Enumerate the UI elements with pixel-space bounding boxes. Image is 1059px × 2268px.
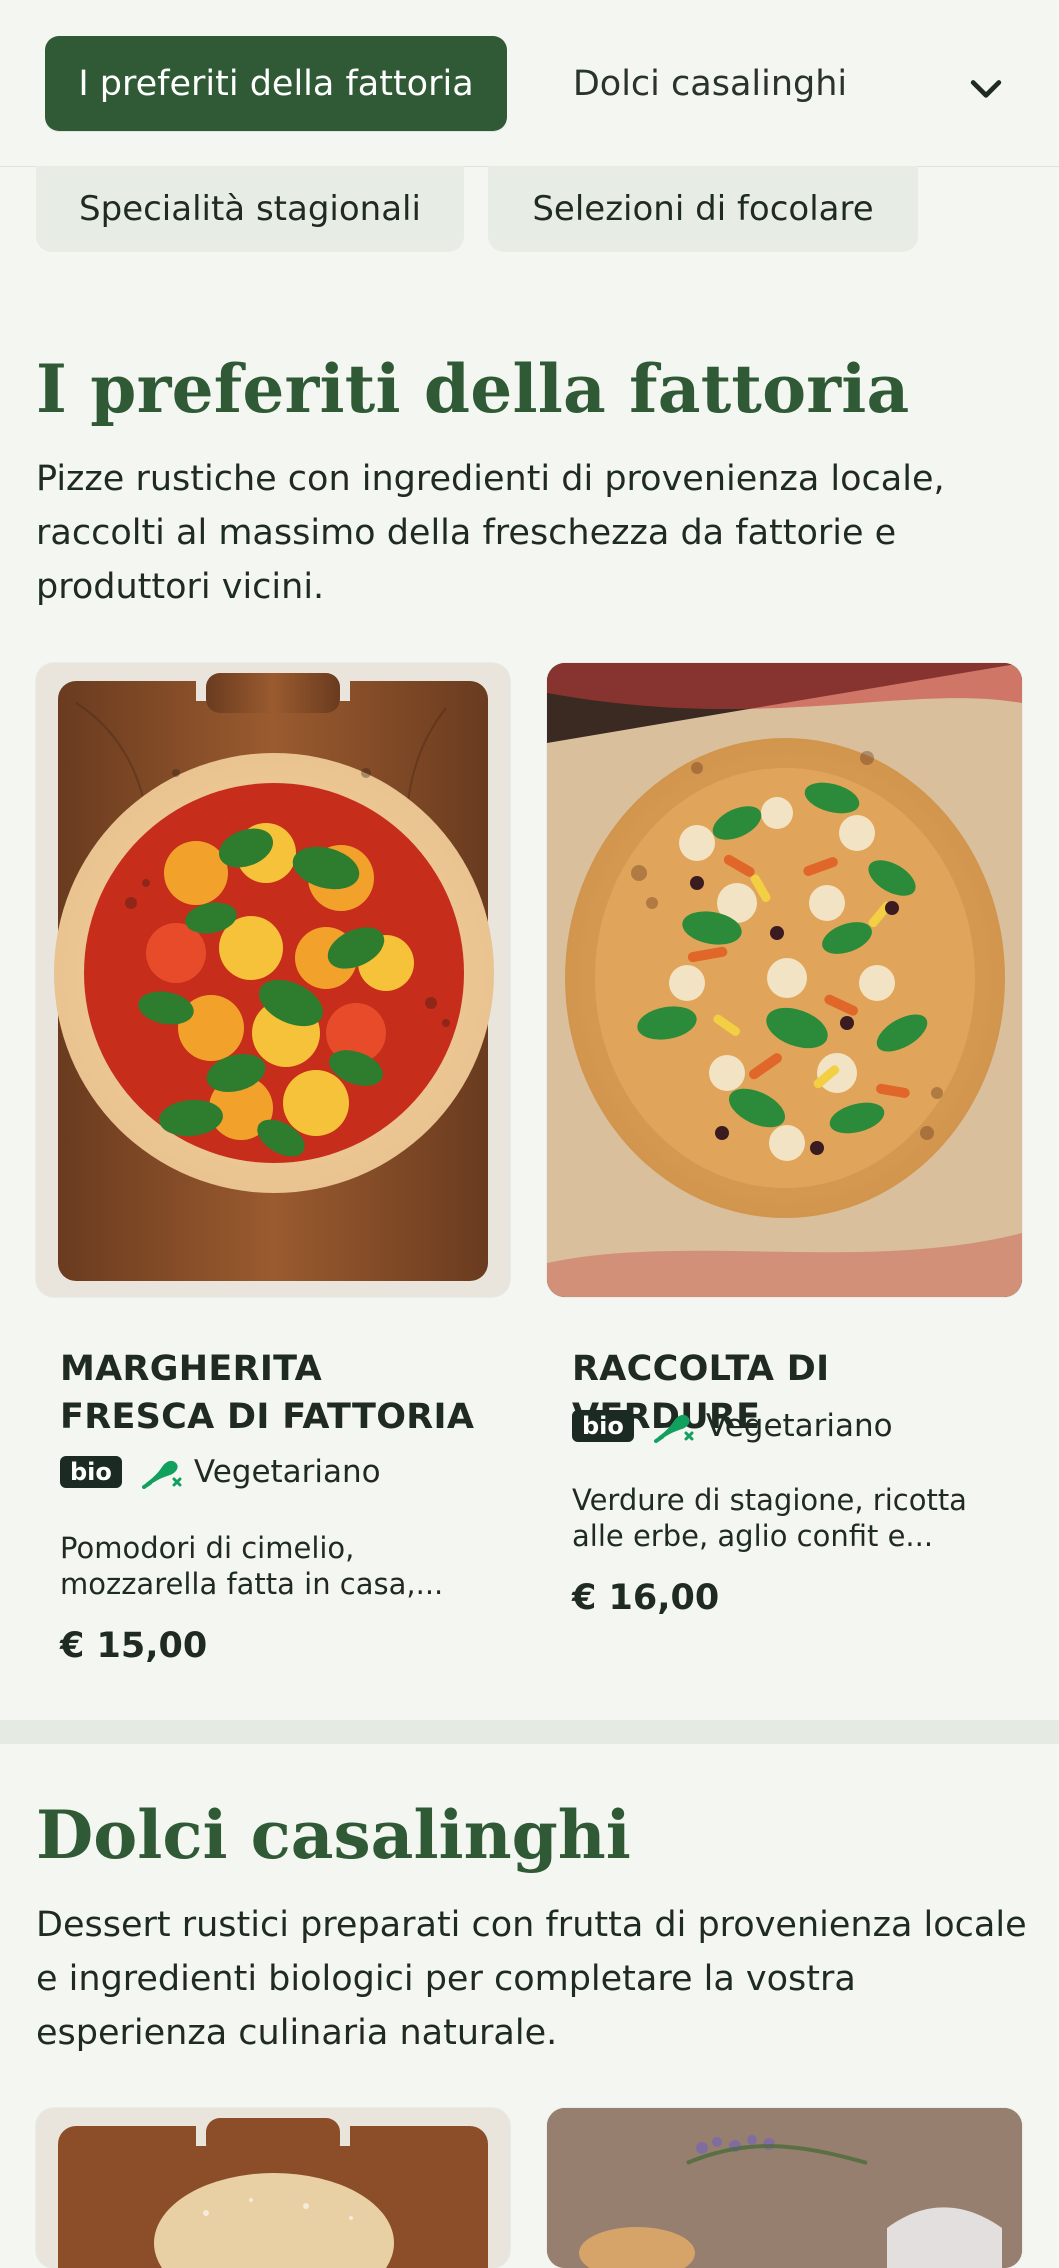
dessert-image-illustration [36,2108,510,2268]
vegetarian-icon [653,1414,694,1443]
tab-homemade-desserts[interactable]: Dolci casalinghi [510,36,910,131]
categories-dropdown[interactable] [950,52,1022,124]
pizza-image-illustration [36,663,510,1297]
tab-farm-favorites[interactable]: I preferiti della fattoria [45,36,507,131]
vegetarian-label: Vegetariano [140,1454,381,1490]
product-description: Pomodori di cimelio, mozzarella fatta in… [60,1531,444,1601]
bio-badge: bio [60,1456,122,1488]
pizza-image-illustration [547,663,1022,1297]
pizza-verdure-image[interactable] [547,663,1022,1297]
section-title: Dolci casalinghi [36,1796,631,1874]
dessert-image[interactable] [547,2108,1022,2268]
product-badges: bio Vegetariano [60,1454,381,1490]
section-description: Dessert rustici preparati con frutta di … [36,1905,1027,2053]
section-title: I preferiti della fattoria [36,350,910,428]
tab-hearth-selections[interactable]: Selezioni di focolare [488,166,918,252]
tab-label: Dolci casalinghi [572,63,848,104]
product-price: € 16,00 [572,1578,720,1618]
tab-seasonal-specialties[interactable]: Specialità stagionali [36,166,464,252]
vegetarian-label: Vegetariano [652,1408,893,1444]
product-description: Verdure di stagione, ricotta alle erbe, … [572,1483,967,1553]
vegetarian-text: Vegetariano [193,1454,381,1490]
dessert-image-illustration [547,2108,1022,2268]
chevron-down-icon [970,80,1002,98]
vegetarian-icon [141,1460,182,1489]
category-nav: I preferiti della fattoria Dolci casalin… [0,0,1059,167]
tab-label: I preferiti della fattoria [78,63,474,104]
tab-label: Specialità stagionali [79,189,421,229]
dessert-image[interactable] [36,2108,510,2268]
section-divider [0,1720,1059,1744]
section-description: Pizze rustiche con ingredienti di proven… [36,459,945,607]
pizza-margherita-image[interactable] [36,663,510,1297]
vegetarian-text: Vegetariano [705,1408,893,1444]
product-badges: bio Vegetariano [572,1408,893,1444]
product-price: € 15,00 [60,1626,208,1666]
tab-label: Selezioni di focolare [532,189,874,229]
product-title[interactable]: MARGHERITA FRESCA DI FATTORIA [60,1345,480,1441]
bio-badge: bio [572,1410,634,1442]
